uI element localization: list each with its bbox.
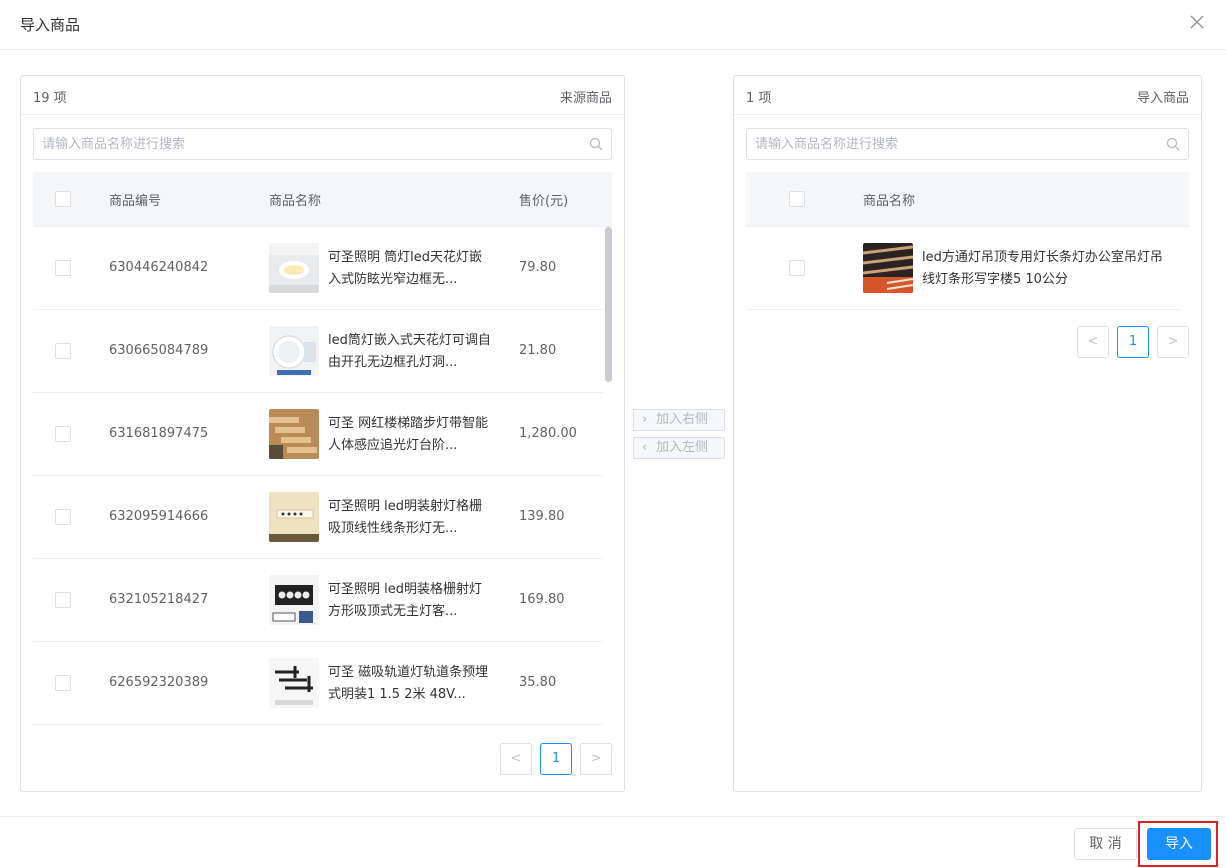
row-checkbox[interactable] xyxy=(55,426,71,442)
source-count: 19 项 xyxy=(33,91,67,106)
product-thumbnail xyxy=(269,492,319,542)
prev-page-button[interactable]: < xyxy=(1077,326,1109,358)
product-price: 35.80 xyxy=(519,675,557,690)
search-icon[interactable] xyxy=(589,137,603,151)
target-panel: 1 项 导入商品 商品名称 led方通灯吊顶专用灯长条灯办公室吊灯吊线灯条形写字… xyxy=(733,75,1202,792)
product-code: 630665084789 xyxy=(109,343,209,358)
target-panel-title: 导入商品 xyxy=(1136,91,1189,106)
product-name: led方通灯吊顶专用灯长条灯办公室吊灯吊线灯条形写字楼5 10公分 xyxy=(922,250,1163,287)
product-thumbnail xyxy=(269,243,319,293)
search-icon[interactable] xyxy=(1166,137,1180,151)
product-name: 可圣照明 led明装格栅射灯方形吸顶式无主灯客... xyxy=(328,582,482,619)
product-code: 631681897475 xyxy=(109,426,209,441)
product-code: 632105218427 xyxy=(109,592,209,607)
product-name: 可圣照明 筒灯led天花灯嵌入式防眩光窄边框无... xyxy=(328,250,482,287)
target-panel-header: 1 项 导入商品 xyxy=(734,76,1201,115)
product-price: 139.80 xyxy=(519,509,565,524)
dialog-title: 导入商品 xyxy=(20,16,81,34)
product-thumbnail xyxy=(269,658,319,708)
page-1-button[interactable]: 1 xyxy=(1117,326,1149,358)
table-row: 632095914666 可圣照明 led明装射灯格栅吸顶线性线条形灯无... … xyxy=(33,476,603,559)
import-button[interactable]: 导入 xyxy=(1147,828,1211,860)
product-price: 79.80 xyxy=(519,260,557,275)
product-code: 632095914666 xyxy=(109,509,209,524)
target-count: 1 项 xyxy=(746,91,772,106)
source-search-box xyxy=(33,128,612,160)
table-row: 631681897475 可圣 网红楼梯踏步灯带智能人体感应追光灯台阶... 1… xyxy=(33,393,603,476)
page-1-button[interactable]: 1 xyxy=(540,743,572,775)
product-price: 169.80 xyxy=(519,592,565,607)
add-to-right-button[interactable]: › 加入右侧 xyxy=(633,409,725,431)
target-pagination: < 1 > xyxy=(1077,326,1189,358)
add-to-left-button[interactable]: ‹ 加入左侧 xyxy=(633,437,725,459)
row-checkbox[interactable] xyxy=(55,343,71,359)
column-header-name: 商品名称 xyxy=(863,194,916,209)
source-search-input[interactable] xyxy=(34,129,611,159)
table-row: led方通灯吊顶专用灯长条灯办公室吊灯吊线灯条形写字楼5 10公分 xyxy=(746,227,1180,310)
product-thumbnail xyxy=(863,243,913,293)
source-table-scrollbar[interactable] xyxy=(605,227,612,382)
column-header-code: 商品编号 xyxy=(109,194,162,209)
product-price: 1,280.00 xyxy=(519,426,577,441)
next-page-button[interactable]: > xyxy=(580,743,612,775)
product-thumbnail xyxy=(269,409,319,459)
source-panel-header: 19 项 来源商品 xyxy=(21,76,624,115)
dialog-header: 导入商品 xyxy=(0,0,1226,50)
product-code: 630446240842 xyxy=(109,260,209,275)
product-name: 可圣照明 led明装射灯格栅吸顶线性线条形灯无... xyxy=(328,499,482,536)
column-header-price: 售价(元) xyxy=(519,194,569,209)
dialog-footer: 取 消 导入 xyxy=(0,816,1226,868)
product-name: 可圣 网红楼梯踏步灯带智能人体感应追光灯台阶... xyxy=(328,416,489,453)
target-search-box xyxy=(746,128,1189,160)
add-to-right-label: 加入右侧 xyxy=(656,412,709,427)
cancel-button[interactable]: 取 消 xyxy=(1074,828,1137,860)
target-table-body: led方通灯吊顶专用灯长条灯办公室吊灯吊线灯条形写字楼5 10公分 xyxy=(746,227,1180,310)
table-row: 630665084789 led筒灯嵌入式天花灯可调自由开孔无边框孔灯洞... … xyxy=(33,310,603,393)
select-all-checkbox[interactable] xyxy=(55,191,71,207)
source-table-header: 商品编号 商品名称 售价(元) xyxy=(33,172,612,227)
table-row: 632105218427 可圣照明 led明装格栅射灯方形吸顶式无主灯客... … xyxy=(33,559,603,642)
row-checkbox[interactable] xyxy=(55,509,71,525)
add-to-left-label: 加入左侧 xyxy=(656,440,709,455)
chevron-left-icon: ‹ xyxy=(642,440,648,455)
import-products-dialog: 导入商品 19 项 来源商品 商品编号 商品名称 售价(元) 630446240… xyxy=(0,0,1226,868)
close-icon[interactable] xyxy=(1188,13,1206,31)
source-panel: 19 项 来源商品 商品编号 商品名称 售价(元) 630446240842 可… xyxy=(20,75,625,792)
product-thumbnail xyxy=(269,575,319,625)
row-checkbox[interactable] xyxy=(55,592,71,608)
column-header-name: 商品名称 xyxy=(269,194,322,209)
product-price: 21.80 xyxy=(519,343,557,358)
product-name: led筒灯嵌入式天花灯可调自由开孔无边框孔灯洞... xyxy=(328,333,491,370)
prev-page-button[interactable]: < xyxy=(500,743,532,775)
row-checkbox[interactable] xyxy=(789,260,805,276)
select-all-checkbox[interactable] xyxy=(789,191,805,207)
source-panel-title: 来源商品 xyxy=(559,91,612,106)
target-table-header: 商品名称 xyxy=(746,172,1189,227)
row-checkbox[interactable] xyxy=(55,260,71,276)
source-pagination: < 1 > xyxy=(500,743,612,775)
target-search-input[interactable] xyxy=(747,129,1188,159)
next-page-button[interactable]: > xyxy=(1157,326,1189,358)
chevron-right-icon: › xyxy=(642,412,648,427)
product-name: 可圣 磁吸轨道灯轨道条预埋式明装1 1.5 2米 48V... xyxy=(328,665,489,702)
table-row: 626592320389 可圣 磁吸轨道灯轨道条预埋式明装1 1.5 2米 48… xyxy=(33,642,603,725)
row-checkbox[interactable] xyxy=(55,675,71,691)
product-code: 626592320389 xyxy=(109,675,209,690)
source-table-body: 630446240842 可圣照明 筒灯led天花灯嵌入式防眩光窄边框无... … xyxy=(33,227,603,725)
table-row: 630446240842 可圣照明 筒灯led天花灯嵌入式防眩光窄边框无... … xyxy=(33,227,603,310)
product-thumbnail xyxy=(269,326,319,376)
